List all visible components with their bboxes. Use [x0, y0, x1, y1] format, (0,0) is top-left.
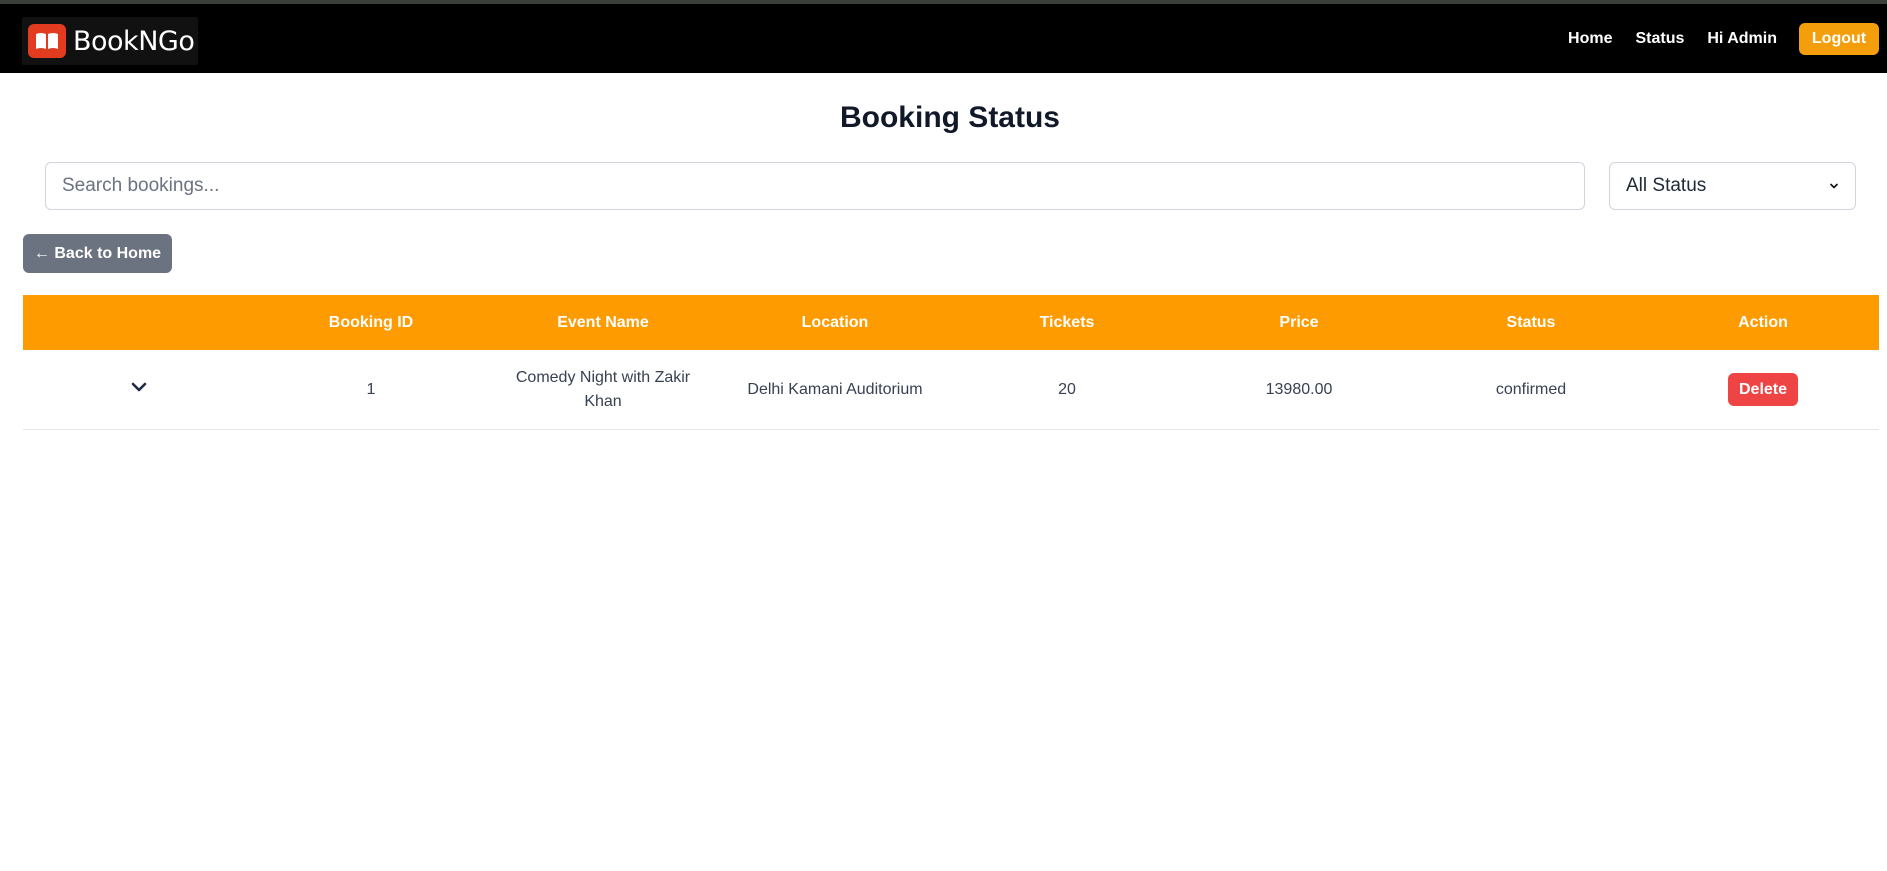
search-input[interactable]	[45, 162, 1585, 210]
header-expand	[23, 295, 255, 350]
event-name-text: Comedy Night with Zakir Khan	[515, 368, 691, 410]
delete-button[interactable]: Delete	[1728, 373, 1798, 406]
header-location: Location	[801, 313, 869, 331]
table-row: 1 Comedy Night with Zakir Khan Delhi Kam…	[23, 350, 1879, 430]
table-header: Booking ID Event Name Location Tickets P…	[23, 295, 1879, 350]
bookings-table: Booking ID Event Name Location Tickets P…	[23, 295, 1879, 430]
cell-action: Delete	[1647, 350, 1879, 429]
status-filter-value: All Status	[1626, 175, 1707, 196]
chevron-down-icon[interactable]	[127, 375, 151, 399]
cell-status: confirmed	[1495, 380, 1567, 398]
brand-logo[interactable]: BookNGo	[22, 17, 198, 65]
header-event-name: Event Name	[557, 313, 649, 331]
chevron-down-icon	[1829, 183, 1839, 189]
logout-button[interactable]: Logout	[1799, 22, 1879, 55]
header-status: Status	[1506, 313, 1556, 331]
nav-home-link[interactable]: Home	[1568, 30, 1612, 48]
nav-links: Home Status Hi Admin Logout	[1568, 4, 1887, 73]
brand-name: BookNGo	[73, 25, 195, 57]
cell-event-name: Comedy Night with Zakir Khan	[487, 350, 719, 429]
cell-location: Delhi Kamani Auditorium	[747, 380, 923, 398]
header-price: Price	[1279, 313, 1319, 331]
cell-tickets: 20	[1058, 380, 1076, 398]
page-title: Booking Status	[839, 101, 1060, 134]
header-tickets: Tickets	[1039, 313, 1095, 331]
cell-price: 13980.00	[1265, 380, 1333, 398]
nav-status-link[interactable]: Status	[1635, 30, 1684, 48]
ticket-book-icon	[28, 24, 66, 58]
user-greeting: Hi Admin	[1707, 29, 1777, 47]
back-to-home-button[interactable]: ← Back to Home	[23, 234, 172, 273]
status-filter-select[interactable]: All Status	[1609, 162, 1856, 210]
header-booking-id: Booking ID	[328, 313, 414, 331]
header-action: Action	[1738, 313, 1788, 331]
row-expand-cell	[23, 350, 255, 429]
cell-booking-id: 1	[366, 380, 376, 398]
